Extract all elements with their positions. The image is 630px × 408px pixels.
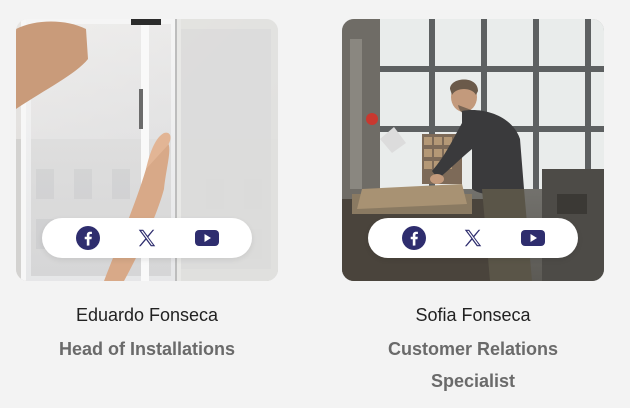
member-role: Head of Installations	[58, 339, 236, 359]
x-icon	[464, 229, 482, 247]
youtube-icon	[194, 230, 219, 246]
youtube-icon	[520, 230, 545, 246]
member-name: Sofia Fonseca	[415, 305, 531, 325]
x-link[interactable]	[133, 224, 161, 252]
member-photo	[16, 19, 278, 281]
member-role: Customer Relations Specialist	[387, 339, 559, 391]
team-card-eduardo: Eduardo Fonseca Head of Installations	[16, 19, 278, 365]
facebook-icon	[401, 226, 426, 250]
team-section: Eduardo Fonseca Head of Installations So…	[0, 0, 630, 408]
x-icon	[138, 229, 156, 247]
social-links	[368, 218, 578, 258]
youtube-link[interactable]	[193, 224, 221, 252]
facebook-icon	[75, 226, 100, 250]
team-card-sofia: Sofia Fonseca Customer Relations Special…	[342, 19, 604, 397]
member-name: Eduardo Fonseca	[75, 305, 219, 325]
youtube-link[interactable]	[519, 224, 547, 252]
member-photo	[342, 19, 604, 281]
social-links	[42, 218, 252, 258]
facebook-link[interactable]	[400, 224, 428, 252]
facebook-link[interactable]	[74, 224, 102, 252]
x-link[interactable]	[459, 224, 487, 252]
